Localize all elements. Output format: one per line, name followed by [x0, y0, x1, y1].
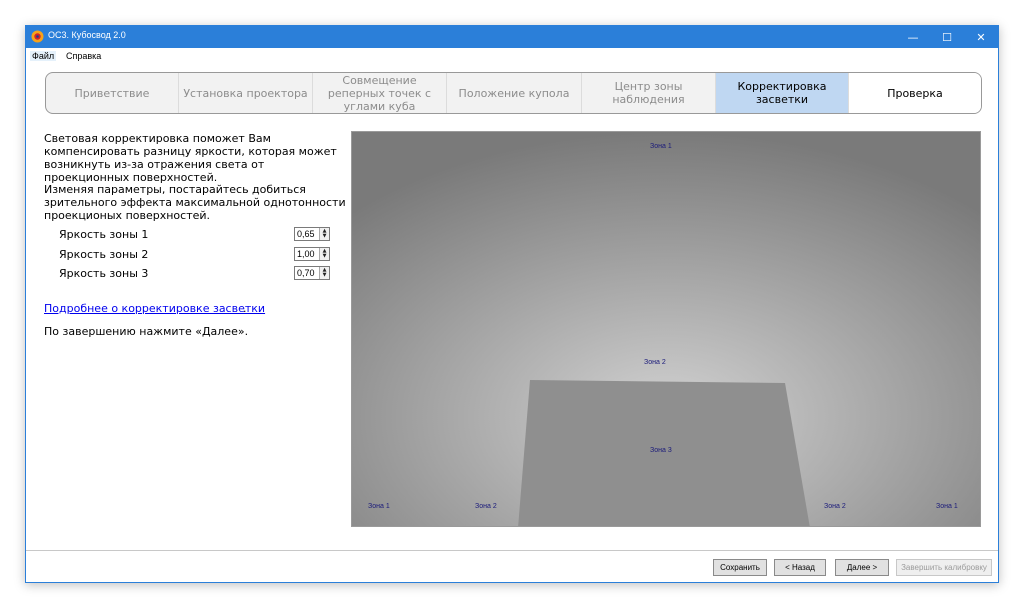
maximize-icon: ☐ — [942, 30, 952, 44]
zone-label-bottom-right-1: Зона 1 — [936, 503, 958, 510]
cube-preview: Зона 1 Зона 2 Зона 3 Зона 1 Зона 2 Зона … — [351, 131, 981, 527]
close-icon: ✕ — [976, 30, 986, 44]
tab-reference-points[interactable]: Совмещение реперных точек с углами куба — [313, 73, 447, 113]
cube-preview-drawing — [352, 132, 980, 526]
zone2-brightness-value[interactable]: 1,00 — [297, 249, 315, 259]
tab-projector-setup-label: Установка проектора — [183, 86, 308, 100]
stepper-arrows-icon[interactable]: ▲ ▼ — [319, 248, 329, 260]
zone2-brightness-stepper[interactable]: 1,00 ▲ ▼ — [294, 247, 330, 261]
zone-label-bottom-left-1: Зона 1 — [368, 503, 390, 510]
tab-dome-position[interactable]: Положение купола — [447, 73, 582, 113]
zone-label-ceiling: Зона 1 — [650, 143, 672, 150]
zone1-brightness-stepper[interactable]: 0,65 ▲ ▼ — [294, 227, 330, 241]
minimize-icon: — — [907, 30, 919, 44]
finish-calibration-button[interactable]: Завершить калибровку — [896, 559, 992, 576]
tab-reference-points-label: Совмещение реперных точек с углами куба — [327, 73, 432, 113]
title-bar[interactable]: ОС3. Кубосвод 2.0 — ☐ ✕ — [26, 26, 998, 48]
link-suffix: . — [243, 302, 247, 315]
tab-observation-center[interactable]: Центр зоны наблюдения — [582, 73, 716, 113]
save-button[interactable]: Сохранить — [713, 559, 767, 576]
menu-help[interactable]: Справка — [66, 51, 101, 61]
back-button[interactable]: < Назад — [774, 559, 826, 576]
zone2-brightness-label: Яркость зоны 2 — [59, 248, 149, 261]
zone-label-wall: Зона 2 — [644, 359, 666, 366]
tab-light-correction-label: Корректировка засветки — [737, 80, 827, 106]
tab-welcome-label: Приветствие — [74, 86, 150, 100]
window-title: ОС3. Кубосвод 2.0 — [48, 30, 126, 40]
tab-observation-center-label: Центр зоны наблюдения — [612, 80, 685, 106]
next-button[interactable]: Далее > — [835, 559, 889, 576]
instruction-text: Изменяя параметры, постарайтесь добиться… — [44, 183, 346, 222]
stepper-arrows-icon[interactable]: ▲ ▼ — [319, 267, 329, 279]
zone-label-floor: Зона 3 — [650, 447, 672, 454]
intro-text: Световая корректировка поможет Вам компе… — [44, 132, 337, 184]
tab-welcome[interactable]: Приветствие — [46, 73, 179, 113]
app-icon — [31, 30, 44, 43]
stepper-arrows-icon[interactable]: ▲ ▼ — [319, 228, 329, 240]
minimize-button[interactable]: — — [896, 26, 930, 48]
tab-check[interactable]: Проверка — [849, 73, 981, 113]
tab-light-correction[interactable]: Корректировка засветки — [716, 73, 849, 113]
light-correction-help-link[interactable]: Подробнее о корректировке засветки — [44, 302, 265, 315]
close-button[interactable]: ✕ — [964, 26, 998, 48]
menu-file[interactable]: Файл — [30, 51, 57, 61]
wizard-steps: Приветствие Установка проектора Совмещен… — [45, 72, 982, 114]
app-window: ОС3. Кубосвод 2.0 — ☐ ✕ Файл Справка При… — [25, 25, 999, 583]
zone-label-bottom-right-2: Зона 2 — [824, 503, 846, 510]
zone1-brightness-label: Яркость зоны 1 — [59, 228, 149, 241]
zone3-brightness-label: Яркость зоны 3 — [59, 267, 149, 280]
menu-bar: Файл Справка — [26, 48, 998, 66]
zone3-brightness-value[interactable]: 0,70 — [297, 268, 315, 278]
tab-projector-setup[interactable]: Установка проектора — [179, 73, 313, 113]
zone-label-bottom-left-2: Зона 2 — [475, 503, 497, 510]
finish-hint: По завершению нажмите «Далее». — [44, 325, 249, 338]
footer-divider — [26, 550, 998, 551]
maximize-button[interactable]: ☐ — [930, 26, 964, 48]
tab-dome-position-label: Положение купола — [458, 86, 570, 100]
tab-check-label: Проверка — [887, 86, 943, 100]
zone3-brightness-stepper[interactable]: 0,70 ▲ ▼ — [294, 266, 330, 280]
zone1-brightness-value[interactable]: 0,65 — [297, 229, 315, 239]
